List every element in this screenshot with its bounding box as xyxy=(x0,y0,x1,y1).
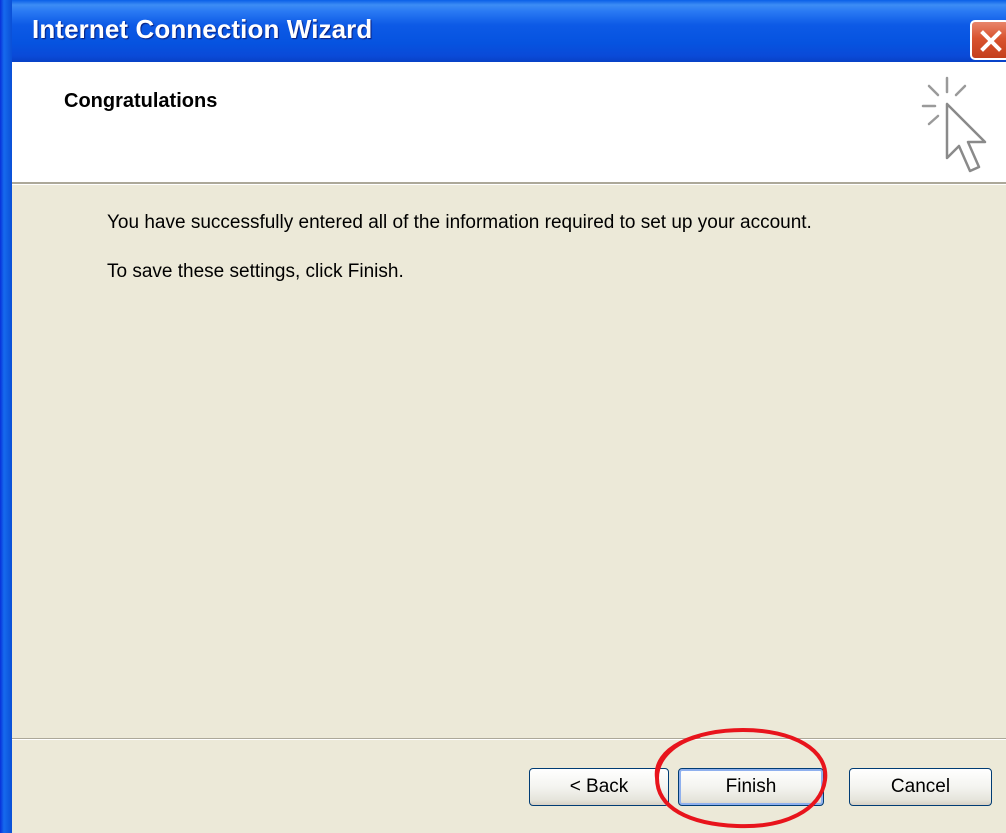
cancel-button[interactable]: Cancel xyxy=(849,768,992,806)
close-icon xyxy=(980,30,1002,52)
page-title: Congratulations xyxy=(64,90,218,112)
success-message: You have successfully entered all of the… xyxy=(107,212,812,233)
close-button[interactable] xyxy=(970,20,1006,60)
wizard-cursor-icon xyxy=(921,76,987,173)
title-bar[interactable]: Internet Connection Wizard xyxy=(0,0,1006,62)
header-separator xyxy=(12,182,1006,185)
wizard-window: Internet Connection Wizard Congratulatio… xyxy=(0,0,1006,833)
instruction-text: To save these settings, click Finish. xyxy=(107,261,404,282)
highlight-circle xyxy=(654,727,828,829)
window-left-border xyxy=(0,0,12,833)
footer-separator xyxy=(12,738,1006,740)
wizard-header: Congratulations xyxy=(12,62,1006,182)
window-title: Internet Connection Wizard xyxy=(32,14,373,44)
